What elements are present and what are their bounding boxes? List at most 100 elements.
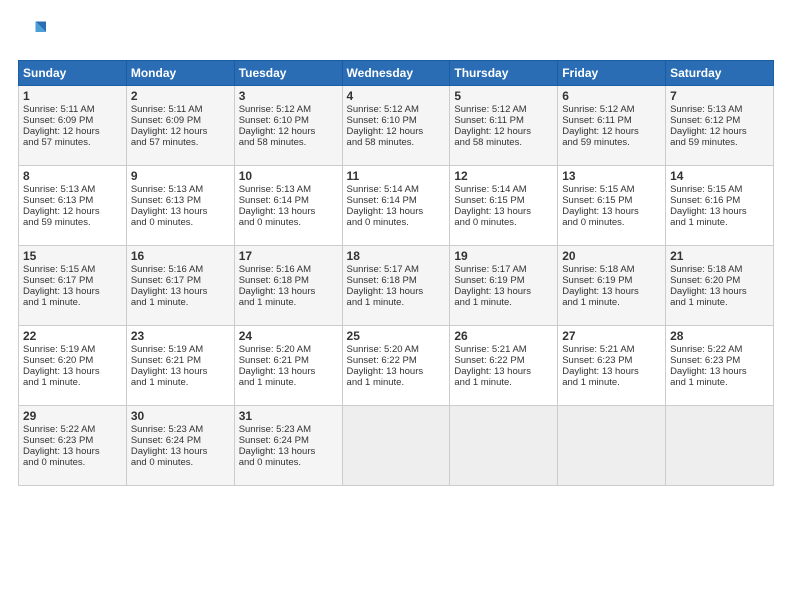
sunrise-text: Sunrise: 5:11 AM	[23, 104, 95, 115]
sunset-text: Sunset: 6:15 PM	[562, 195, 632, 206]
daylight-text: Daylight: 13 hours	[454, 206, 531, 217]
daylight-text: Daylight: 13 hours	[239, 286, 316, 297]
day-number: 24	[239, 329, 338, 343]
daylight-text: Daylight: 13 hours	[347, 366, 424, 377]
daylight-text: Daylight: 13 hours	[562, 366, 639, 377]
sunset-text: Sunset: 6:13 PM	[23, 195, 93, 206]
weekday-header-row: SundayMondayTuesdayWednesdayThursdayFrid…	[19, 61, 774, 86]
daylight-minutes: and 0 minutes.	[239, 457, 301, 468]
day-number: 7	[670, 89, 769, 103]
day-number: 25	[347, 329, 446, 343]
sunrise-text: Sunrise: 5:20 AM	[239, 344, 311, 355]
daylight-minutes: and 0 minutes.	[131, 457, 193, 468]
day-number: 22	[23, 329, 122, 343]
sunset-text: Sunset: 6:19 PM	[562, 275, 632, 286]
daylight-minutes: and 1 minute.	[131, 297, 189, 308]
calendar-cell	[450, 406, 558, 486]
daylight-minutes: and 59 minutes.	[670, 137, 738, 148]
sunrise-text: Sunrise: 5:23 AM	[239, 424, 311, 435]
calendar-cell: 23 Sunrise: 5:19 AM Sunset: 6:21 PM Dayl…	[126, 326, 234, 406]
calendar-cell	[666, 406, 774, 486]
logo-icon	[18, 18, 46, 46]
weekday-header-monday: Monday	[126, 61, 234, 86]
sunrise-text: Sunrise: 5:12 AM	[347, 104, 419, 115]
daylight-text: Daylight: 12 hours	[23, 126, 100, 137]
calendar-cell: 27 Sunrise: 5:21 AM Sunset: 6:23 PM Dayl…	[558, 326, 666, 406]
calendar-cell: 18 Sunrise: 5:17 AM Sunset: 6:18 PM Dayl…	[342, 246, 450, 326]
daylight-minutes: and 0 minutes.	[562, 217, 624, 228]
calendar-row-3: 15 Sunrise: 5:15 AM Sunset: 6:17 PM Dayl…	[19, 246, 774, 326]
sunset-text: Sunset: 6:20 PM	[670, 275, 740, 286]
daylight-text: Daylight: 13 hours	[454, 286, 531, 297]
calendar-cell: 31 Sunrise: 5:23 AM Sunset: 6:24 PM Dayl…	[234, 406, 342, 486]
sunrise-text: Sunrise: 5:16 AM	[239, 264, 311, 275]
day-number: 5	[454, 89, 553, 103]
daylight-minutes: and 1 minute.	[347, 377, 405, 388]
daylight-text: Daylight: 13 hours	[131, 446, 208, 457]
sunrise-text: Sunrise: 5:19 AM	[131, 344, 203, 355]
weekday-header-friday: Friday	[558, 61, 666, 86]
calendar-cell: 1 Sunrise: 5:11 AM Sunset: 6:09 PM Dayli…	[19, 86, 127, 166]
calendar-row-2: 8 Sunrise: 5:13 AM Sunset: 6:13 PM Dayli…	[19, 166, 774, 246]
sunrise-text: Sunrise: 5:22 AM	[23, 424, 95, 435]
calendar-cell: 15 Sunrise: 5:15 AM Sunset: 6:17 PM Dayl…	[19, 246, 127, 326]
sunset-text: Sunset: 6:11 PM	[562, 115, 632, 126]
daylight-minutes: and 1 minute.	[131, 377, 189, 388]
calendar-cell: 21 Sunrise: 5:18 AM Sunset: 6:20 PM Dayl…	[666, 246, 774, 326]
day-number: 30	[131, 409, 230, 423]
daylight-text: Daylight: 12 hours	[239, 126, 316, 137]
sunset-text: Sunset: 6:13 PM	[131, 195, 201, 206]
day-number: 4	[347, 89, 446, 103]
calendar-cell: 10 Sunrise: 5:13 AM Sunset: 6:14 PM Dayl…	[234, 166, 342, 246]
calendar-cell: 13 Sunrise: 5:15 AM Sunset: 6:15 PM Dayl…	[558, 166, 666, 246]
day-number: 9	[131, 169, 230, 183]
sunset-text: Sunset: 6:15 PM	[454, 195, 524, 206]
daylight-minutes: and 59 minutes.	[562, 137, 630, 148]
day-number: 13	[562, 169, 661, 183]
daylight-text: Daylight: 13 hours	[562, 206, 639, 217]
sunset-text: Sunset: 6:10 PM	[347, 115, 417, 126]
sunset-text: Sunset: 6:17 PM	[131, 275, 201, 286]
daylight-minutes: and 0 minutes.	[347, 217, 409, 228]
calendar-cell: 29 Sunrise: 5:22 AM Sunset: 6:23 PM Dayl…	[19, 406, 127, 486]
sunset-text: Sunset: 6:24 PM	[239, 435, 309, 446]
weekday-header-sunday: Sunday	[19, 61, 127, 86]
calendar-cell: 30 Sunrise: 5:23 AM Sunset: 6:24 PM Dayl…	[126, 406, 234, 486]
sunrise-text: Sunrise: 5:13 AM	[131, 184, 203, 195]
calendar-cell: 28 Sunrise: 5:22 AM Sunset: 6:23 PM Dayl…	[666, 326, 774, 406]
sunrise-text: Sunrise: 5:12 AM	[562, 104, 634, 115]
sunrise-text: Sunrise: 5:12 AM	[454, 104, 526, 115]
weekday-header-wednesday: Wednesday	[342, 61, 450, 86]
header	[18, 18, 774, 46]
daylight-text: Daylight: 12 hours	[131, 126, 208, 137]
daylight-text: Daylight: 13 hours	[131, 206, 208, 217]
logo	[18, 18, 50, 46]
daylight-minutes: and 58 minutes.	[454, 137, 522, 148]
calendar-table: SundayMondayTuesdayWednesdayThursdayFrid…	[18, 60, 774, 486]
sunrise-text: Sunrise: 5:21 AM	[454, 344, 526, 355]
sunrise-text: Sunrise: 5:16 AM	[131, 264, 203, 275]
daylight-text: Daylight: 13 hours	[347, 286, 424, 297]
calendar-cell: 14 Sunrise: 5:15 AM Sunset: 6:16 PM Dayl…	[666, 166, 774, 246]
calendar-cell: 4 Sunrise: 5:12 AM Sunset: 6:10 PM Dayli…	[342, 86, 450, 166]
weekday-header-thursday: Thursday	[450, 61, 558, 86]
day-number: 8	[23, 169, 122, 183]
day-number: 12	[454, 169, 553, 183]
daylight-minutes: and 1 minute.	[454, 377, 512, 388]
daylight-minutes: and 57 minutes.	[23, 137, 91, 148]
sunrise-text: Sunrise: 5:23 AM	[131, 424, 203, 435]
daylight-text: Daylight: 13 hours	[131, 366, 208, 377]
sunset-text: Sunset: 6:09 PM	[23, 115, 93, 126]
day-number: 11	[347, 169, 446, 183]
day-number: 29	[23, 409, 122, 423]
calendar-row-5: 29 Sunrise: 5:22 AM Sunset: 6:23 PM Dayl…	[19, 406, 774, 486]
sunrise-text: Sunrise: 5:13 AM	[239, 184, 311, 195]
day-number: 26	[454, 329, 553, 343]
daylight-text: Daylight: 13 hours	[239, 366, 316, 377]
day-number: 31	[239, 409, 338, 423]
daylight-minutes: and 0 minutes.	[23, 457, 85, 468]
sunrise-text: Sunrise: 5:17 AM	[347, 264, 419, 275]
daylight-text: Daylight: 13 hours	[670, 366, 747, 377]
calendar-cell: 9 Sunrise: 5:13 AM Sunset: 6:13 PM Dayli…	[126, 166, 234, 246]
calendar-cell: 22 Sunrise: 5:19 AM Sunset: 6:20 PM Dayl…	[19, 326, 127, 406]
